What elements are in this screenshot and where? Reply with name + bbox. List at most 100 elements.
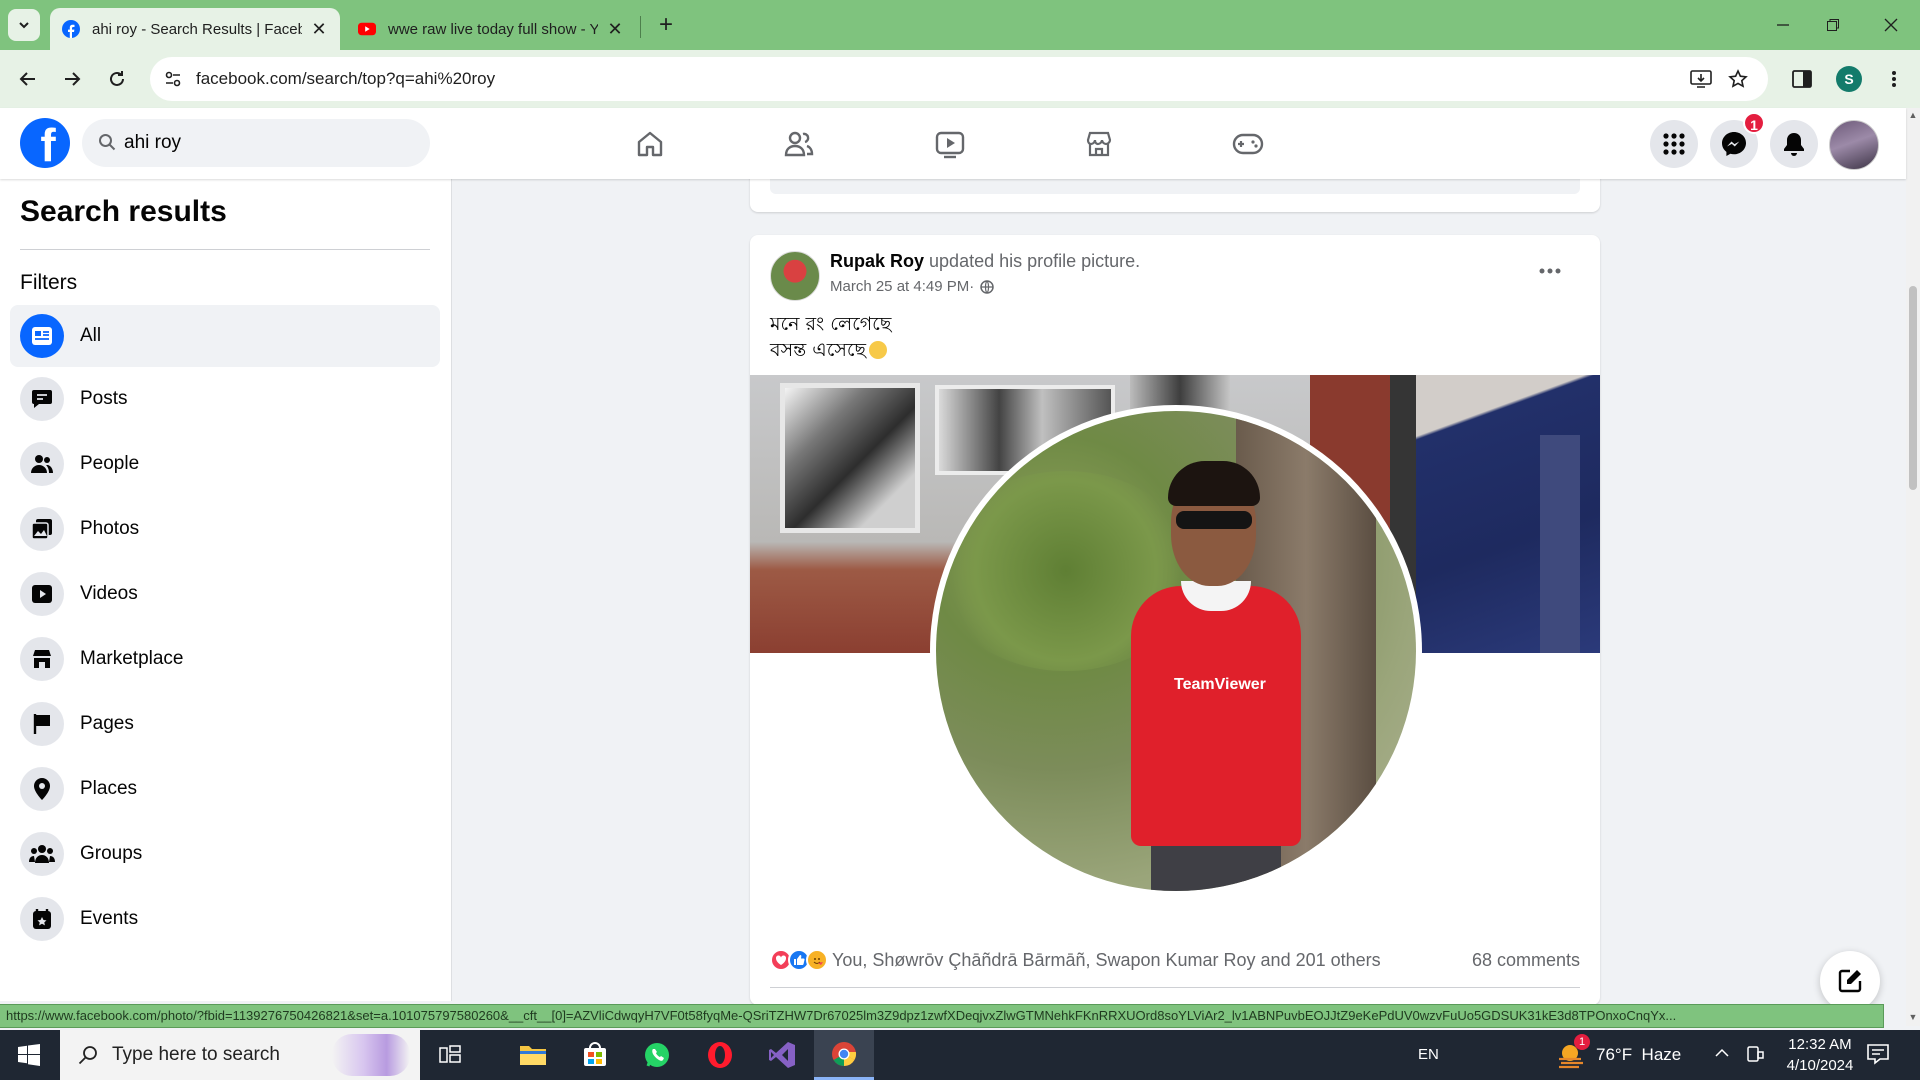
grid-menu-icon xyxy=(1663,133,1685,155)
taskbar-opera[interactable] xyxy=(690,1030,750,1080)
address-bar[interactable]: facebook.com/search/top?q=ahi%20roy xyxy=(150,57,1768,101)
task-view-button[interactable] xyxy=(420,1030,480,1080)
show-hidden-icons-button[interactable] xyxy=(1714,1045,1730,1066)
page-scrollbar[interactable]: ▲ ▼ xyxy=(1906,108,1920,1026)
taskbar-whatsapp[interactable] xyxy=(627,1030,687,1080)
taskbar-chrome[interactable] xyxy=(814,1030,874,1080)
arrow-right-icon xyxy=(65,72,81,86)
menu-button[interactable] xyxy=(1650,120,1698,168)
page-title: Search results xyxy=(20,195,227,228)
cover-railing xyxy=(1540,435,1580,653)
notification-center-icon xyxy=(1867,1044,1889,1065)
taskbar-visual-studio[interactable] xyxy=(752,1030,812,1080)
filter-posts[interactable]: Posts xyxy=(10,368,440,430)
facebook-search-box[interactable] xyxy=(82,119,430,167)
reaction-icons[interactable] xyxy=(770,949,828,971)
nav-home[interactable] xyxy=(630,124,670,164)
close-icon xyxy=(1884,18,1898,32)
side-panel-button[interactable] xyxy=(1788,65,1816,93)
author-avatar[interactable] xyxy=(770,251,820,301)
reload-button[interactable] xyxy=(103,65,131,93)
arrow-left-icon xyxy=(19,72,35,86)
new-tab-button[interactable]: + xyxy=(652,12,680,40)
compose-icon xyxy=(1838,969,1862,993)
filter-events[interactable]: Events xyxy=(10,888,440,950)
filter-all[interactable]: All xyxy=(10,305,440,367)
url-text: facebook.com/search/top?q=ahi%20roy xyxy=(196,69,496,88)
scrollbar-thumb[interactable] xyxy=(1909,286,1917,490)
jersey-sponsor-text: TeamViewer xyxy=(1174,676,1266,693)
action-center-button[interactable] xyxy=(1866,1042,1890,1071)
language-indicator[interactable]: EN xyxy=(1418,1046,1439,1063)
filter-label: Posts xyxy=(80,388,128,409)
back-button[interactable] xyxy=(14,65,42,93)
youtube-icon xyxy=(358,22,376,36)
post-text-line: মনে রং লেগেছে xyxy=(770,313,892,335)
restore-button[interactable] xyxy=(1810,10,1856,40)
close-tab-icon[interactable]: ✕ xyxy=(310,19,328,40)
browser-profile-avatar[interactable]: S xyxy=(1836,66,1862,92)
nav-friends[interactable] xyxy=(779,124,819,164)
taskbar-search-box[interactable]: Type here to search xyxy=(60,1030,420,1080)
reactions-summary[interactable]: You, Shøwrōv Çhāñdrā Bārmāñ, Swapon Kuma… xyxy=(832,950,1381,971)
post-timestamp[interactable]: March 25 at 4:49 PM xyxy=(830,278,969,295)
tab-search-button[interactable] xyxy=(8,9,40,41)
meet-now-button[interactable] xyxy=(1745,1044,1765,1069)
start-button[interactable] xyxy=(0,1030,58,1080)
nav-marketplace[interactable] xyxy=(1079,124,1119,164)
account-avatar[interactable] xyxy=(1829,120,1879,170)
filter-label: Photos xyxy=(80,518,140,539)
weather-widget[interactable]: 1 76°F Haze xyxy=(1556,1034,1681,1070)
post-body: মনে রং লেগেছে বসন্ত এসেছে xyxy=(770,311,891,363)
search-icon xyxy=(78,1046,97,1065)
author-name[interactable]: Rupak Roy xyxy=(830,251,924,271)
grin-emoji-icon xyxy=(869,341,888,359)
close-window-button[interactable] xyxy=(1868,10,1914,40)
browser-tab-strip: ahi roy - Search Results | Faceb ✕ wwe r… xyxy=(0,0,1920,50)
folder-icon xyxy=(520,1046,546,1065)
chrome-icon xyxy=(832,1041,857,1066)
notifications-button[interactable] xyxy=(1770,120,1818,168)
system-clock[interactable]: 12:32 AM 4/10/2024 xyxy=(1775,1034,1865,1076)
taskbar-microsoft-store[interactable] xyxy=(565,1030,625,1080)
nav-gaming[interactable] xyxy=(1228,124,1268,164)
scroll-down-arrow-icon[interactable]: ▼ xyxy=(1908,1012,1918,1022)
nav-watch[interactable] xyxy=(930,124,970,164)
profile-picture[interactable]: TeamViewer xyxy=(936,411,1416,891)
globe-icon xyxy=(980,279,994,294)
install-app-icon[interactable] xyxy=(1690,69,1712,89)
tab-youtube[interactable]: wwe raw live today full show - Y ✕ xyxy=(346,8,636,50)
facebook-logo[interactable]: f xyxy=(20,118,70,168)
close-tab-icon[interactable]: ✕ xyxy=(606,19,624,40)
filter-groups[interactable]: Groups xyxy=(10,823,440,885)
filter-places[interactable]: Places xyxy=(10,758,440,820)
filters-heading: Filters xyxy=(20,271,78,294)
feed-icon xyxy=(20,314,64,358)
forward-button[interactable] xyxy=(58,65,86,93)
bookmark-star-icon[interactable] xyxy=(1728,69,1748,89)
filter-people[interactable]: People xyxy=(10,433,440,495)
videos-icon xyxy=(20,572,64,616)
tab-facebook[interactable]: ahi roy - Search Results | Faceb ✕ xyxy=(50,8,340,50)
search-input[interactable] xyxy=(124,119,414,167)
filter-photos[interactable]: Photos xyxy=(10,498,440,560)
filter-marketplace[interactable]: Marketplace xyxy=(10,628,440,690)
filter-videos[interactable]: Videos xyxy=(10,563,440,625)
browser-toolbar: facebook.com/search/top?q=ahi%20roy S xyxy=(0,50,1920,108)
minimize-button[interactable] xyxy=(1760,10,1806,40)
friends-icon xyxy=(784,131,814,157)
site-info-icon[interactable] xyxy=(164,70,182,88)
filter-pages[interactable]: Pages xyxy=(10,693,440,755)
new-message-button[interactable] xyxy=(1820,951,1880,1011)
calendar-icon xyxy=(20,897,64,941)
filter-label: All xyxy=(80,325,102,346)
scroll-up-arrow-icon[interactable]: ▲ xyxy=(1908,110,1918,120)
profile-sunglasses xyxy=(1176,511,1252,529)
browser-menu-button[interactable] xyxy=(1880,65,1908,93)
filter-label: Places xyxy=(80,778,138,799)
taskbar-file-explorer[interactable] xyxy=(503,1030,563,1080)
comments-count[interactable]: 68 comments xyxy=(1472,950,1580,971)
post-options-button[interactable] xyxy=(1530,251,1570,291)
clock-date: 4/10/2024 xyxy=(1786,1057,1854,1074)
restore-icon xyxy=(1827,19,1839,31)
